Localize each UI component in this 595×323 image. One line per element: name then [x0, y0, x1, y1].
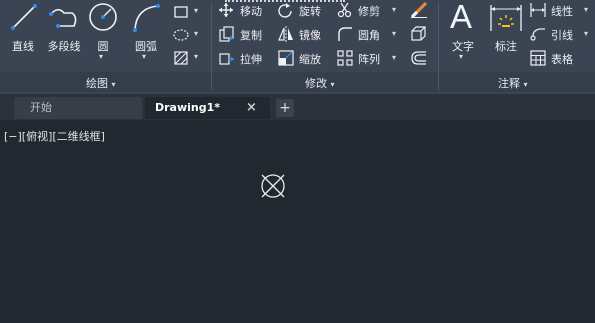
- leader-label: 引线: [551, 29, 573, 42]
- modify-panel-title-text: 修改: [305, 77, 327, 90]
- plus-icon: +: [279, 100, 291, 116]
- annotation-panel-expand-icon: ▾: [523, 80, 528, 89]
- move-icon: [219, 3, 233, 17]
- draw-panel-expand-icon: ▾: [111, 80, 116, 89]
- scale-label: 缩放: [299, 53, 321, 66]
- mirror-label: 镜像: [299, 29, 321, 42]
- text-icon: A: [450, 0, 473, 35]
- line-icon: [11, 4, 37, 30]
- annotation-panel-title-text: 注释: [498, 77, 520, 90]
- hatch-button[interactable]: ▾: [172, 27, 204, 43]
- hatch-dropdown-icon[interactable]: ▾: [194, 29, 198, 38]
- linear-button[interactable]: 线性 ▾: [529, 1, 593, 19]
- dimension-icon: [490, 5, 522, 31]
- mirror-button[interactable]: 镜像: [277, 25, 329, 43]
- dimension-label: 标注: [495, 40, 517, 53]
- array-button[interactable]: 阵列 ▾: [336, 49, 400, 67]
- hatch-icon: [173, 29, 189, 41]
- rotate-button[interactable]: 旋转: [277, 1, 329, 19]
- array-label: 阵列: [358, 53, 380, 66]
- text-button[interactable]: A 文字 ▾: [444, 0, 482, 64]
- mirror-icon: [278, 26, 293, 42]
- crosshair-cursor-icon: [261, 174, 285, 198]
- boundary-icon: [174, 51, 188, 65]
- stretch-label: 拉伸: [240, 53, 262, 66]
- leader-dropdown-icon[interactable]: ▾: [584, 29, 588, 38]
- rectangle-icon: [174, 6, 188, 18]
- rectangle-button[interactable]: ▾: [172, 4, 204, 20]
- polyline-button[interactable]: 多段线: [42, 2, 86, 54]
- line-button[interactable]: 直线: [5, 2, 41, 54]
- modify-panel-expand-icon: ▾: [330, 80, 335, 89]
- new-tab-button[interactable]: +: [276, 99, 294, 117]
- stretch-icon: [219, 53, 234, 65]
- arc-icon: [133, 4, 160, 32]
- text-dropdown-icon[interactable]: ▾: [459, 52, 463, 61]
- drawing-canvas[interactable]: [0, 120, 595, 323]
- tab-drawing1-label: Drawing1*: [155, 101, 221, 114]
- panel-separator: [211, 2, 212, 90]
- fillet-dropdown-icon[interactable]: ▾: [392, 29, 396, 38]
- table-button[interactable]: 表格: [529, 49, 593, 67]
- array-icon: [337, 50, 353, 66]
- polyline-icon: [49, 8, 77, 28]
- stretch-button[interactable]: 拉伸: [218, 49, 270, 67]
- scale-button[interactable]: 缩放: [277, 49, 329, 67]
- leader-button[interactable]: 引线 ▾: [529, 25, 593, 43]
- scale-icon: [278, 50, 294, 66]
- copy-icon: [219, 26, 234, 42]
- explode-icon[interactable]: [411, 26, 427, 42]
- erase-icon[interactable]: [410, 2, 428, 18]
- fillet-icon: [338, 27, 352, 41]
- dimension-button[interactable]: 标注: [487, 0, 525, 56]
- panel-separator: [438, 2, 439, 90]
- offset-icon[interactable]: [411, 50, 427, 66]
- array-dropdown-icon[interactable]: ▾: [392, 53, 396, 62]
- tab-drawing1[interactable]: Drawing1* ×: [145, 97, 270, 119]
- fillet-label: 圆角: [358, 29, 380, 42]
- circle-button[interactable]: 圆 ▾: [86, 2, 120, 61]
- trim-dropdown-icon[interactable]: ▾: [392, 5, 396, 14]
- circle-dropdown-icon[interactable]: ▾: [99, 52, 103, 61]
- copy-button[interactable]: 复制: [218, 25, 270, 43]
- annotation-panel-title[interactable]: 注释 ▾: [498, 75, 528, 91]
- rectangle-dropdown-icon[interactable]: ▾: [194, 6, 198, 15]
- linear-dropdown-icon[interactable]: ▾: [584, 5, 588, 14]
- draw-panel-title-text: 绘图: [86, 77, 108, 90]
- trim-icon: [337, 2, 352, 18]
- viewport-controls[interactable]: [−][俯视][二维线框]: [4, 128, 105, 144]
- boundary-dropdown-icon[interactable]: ▾: [194, 52, 198, 61]
- draw-panel-title[interactable]: 绘图 ▾: [86, 75, 116, 91]
- polyline-label: 多段线: [47, 40, 81, 53]
- arc-dropdown-icon[interactable]: ▾: [142, 52, 146, 61]
- arc-button[interactable]: 圆弧 ▾: [126, 2, 166, 61]
- linear-dimension-icon: [530, 3, 546, 17]
- boundary-button[interactable]: ▾: [172, 50, 204, 66]
- trim-button[interactable]: 修剪 ▾: [336, 1, 400, 19]
- move-label: 移动: [240, 5, 262, 18]
- table-icon: [530, 50, 546, 66]
- rotate-label: 旋转: [299, 5, 321, 18]
- linear-label: 线性: [551, 5, 573, 18]
- ribbon: 直线 多段线 圆 ▾ 圆弧 ▾ ▾ ▾ ▾ 绘图 ▾ 移动 旋转 修剪 ▾ 复制…: [0, 0, 595, 94]
- line-label: 直线: [12, 40, 34, 53]
- trim-label: 修剪: [358, 5, 380, 18]
- leader-icon: [530, 28, 545, 41]
- move-button[interactable]: 移动: [218, 1, 270, 19]
- tab-start[interactable]: 开始: [14, 97, 142, 119]
- close-tab-icon[interactable]: ×: [246, 97, 257, 119]
- table-label: 表格: [551, 53, 573, 66]
- rotate-icon: [278, 3, 292, 18]
- fillet-button[interactable]: 圆角 ▾: [336, 25, 400, 43]
- circle-icon: [89, 3, 117, 31]
- modify-panel-title[interactable]: 修改 ▾: [305, 75, 335, 91]
- copy-label: 复制: [240, 29, 262, 42]
- tab-start-label: 开始: [30, 101, 52, 114]
